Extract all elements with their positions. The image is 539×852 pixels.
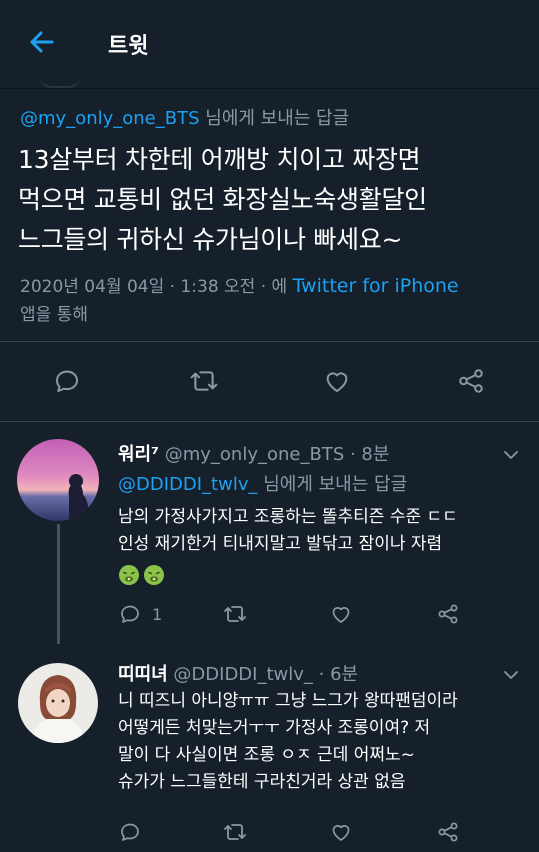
reply-icon[interactable] [52,366,82,396]
nauseated-emoji-icon [118,564,140,586]
reply-icon[interactable] [118,820,142,844]
reply-text-line: 인성 재기한거 티내지말고 발닦고 잠이나 자렴 [118,534,443,554]
avatar[interactable] [17,439,99,521]
share-icon[interactable] [456,366,486,396]
display-name[interactable]: 띠띠녀 [118,664,168,685]
retweet-icon[interactable] [222,602,248,626]
main-tweet-text: 13살부터 차한테 어깨방 치이고 짜장면 먹으면 교통비 없던 화장실노숙생활… [18,140,523,260]
timestamp: · 8분 [344,444,390,465]
reply-header: 띠띠녀 @DDIDDI_twlv_ · 6분 [118,660,358,686]
main-tweet-line: 느그들의 귀하신 슈가님이나 빠세요~ [18,225,403,254]
reply-text-line: 말이 다 사실이면 조롱 ㅇㅈ 근데 어쩌노~ [118,745,415,765]
tweet-source-link[interactable]: Twitter for iPhone [293,275,459,297]
reply-icon[interactable]: 1 [118,602,162,626]
reply-text-line: 슈가가 느그들한테 구라친거라 상관 없음 [118,772,406,792]
chevron-down-icon[interactable] [502,666,520,684]
divider [0,341,539,342]
reply-tweet[interactable]: 띠띠녀 @DDIDDI_twlv_ · 6분 니 띠즈니 아니양ㅠㅠ 그냥 느그… [0,640,539,852]
display-name[interactable]: 워리⁷ [118,444,159,465]
back-arrow-icon[interactable] [26,26,58,58]
main-tweet-line: 먹으면 교통비 없던 화장실노숙생활달인 [18,185,427,214]
reply-count: 1 [152,604,163,624]
avatar[interactable] [18,663,98,743]
reply-header: 워리⁷ @my_only_one_BTS · 8분 [118,440,389,466]
timestamp: · 6분 [312,664,359,685]
retweet-icon[interactable] [222,820,248,844]
header-divider [0,88,539,89]
reply-actions: 1 [0,602,539,632]
main-tweet-line: 13살부터 차한테 어깨방 치이고 짜장면 [18,145,421,174]
share-icon[interactable] [436,602,460,626]
reply-text: 니 띠즈니 아니양ㅠㅠ 그냥 느그가 왕따팬덤이라 어떻게든 처맞는거ㅜㅜ 가정… [118,688,528,796]
tweet-meta: 2020년 04월 04일 · 1:38 오전 · 에 Twitter for … [20,272,525,329]
reply-context: @DDIDDI_twlv_ 님에게 보내는 답글 [118,470,407,496]
reply-text-line: 남의 가정사가지고 조롱하는 똘추티즌 수준 ㄷㄷ [118,507,458,527]
nauseated-emoji-icon [143,564,165,586]
reply-suffix: 님에게 보내는 답글 [199,108,350,129]
emoji-row [118,562,528,589]
reply-actions [0,820,539,850]
chevron-down-icon[interactable] [502,446,520,464]
reply-tweet[interactable]: 워리⁷ @my_only_one_BTS · 8분 @DDIDDI_twlv_ … [0,422,539,644]
user-handle[interactable]: @DDIDDI_twlv_ [168,664,313,685]
page-title: 트윗 [108,34,149,59]
main-reply-context: @my_only_one_BTS 님에게 보내는 답글 [20,104,349,130]
like-icon[interactable] [329,602,353,626]
scrolled-avatar-edge [40,76,80,88]
user-handle[interactable]: @my_only_one_BTS [159,444,345,465]
top-bar: 트윗 [0,0,539,88]
reply-text-line: 어떻게든 처맞는거ㅜㅜ 가정사 조롱이여? 저 [118,718,431,738]
like-icon[interactable] [329,820,353,844]
like-icon[interactable] [322,366,352,396]
share-icon[interactable] [436,820,460,844]
reply-text-line: 니 띠즈니 아니양ㅠㅠ 그냥 느그가 왕따팬덤이라 [118,691,458,711]
reply-suffix: 님에게 보내는 답글 [257,474,408,495]
tweet-source-suffix: 앱을 통해 [20,305,88,325]
reply-text: 남의 가정사가지고 조롱하는 똘추티즌 수준 ㄷㄷ 인성 재기한거 티내지말고 … [118,504,528,589]
main-actions [0,366,539,406]
tweet-date: 2020년 04월 04일 · 1:38 오전 · 에 [20,277,293,297]
reply-handle-link[interactable]: @my_only_one_BTS [20,108,200,129]
reply-handle-link[interactable]: @DDIDDI_twlv_ [118,474,258,495]
retweet-icon[interactable] [188,366,220,396]
